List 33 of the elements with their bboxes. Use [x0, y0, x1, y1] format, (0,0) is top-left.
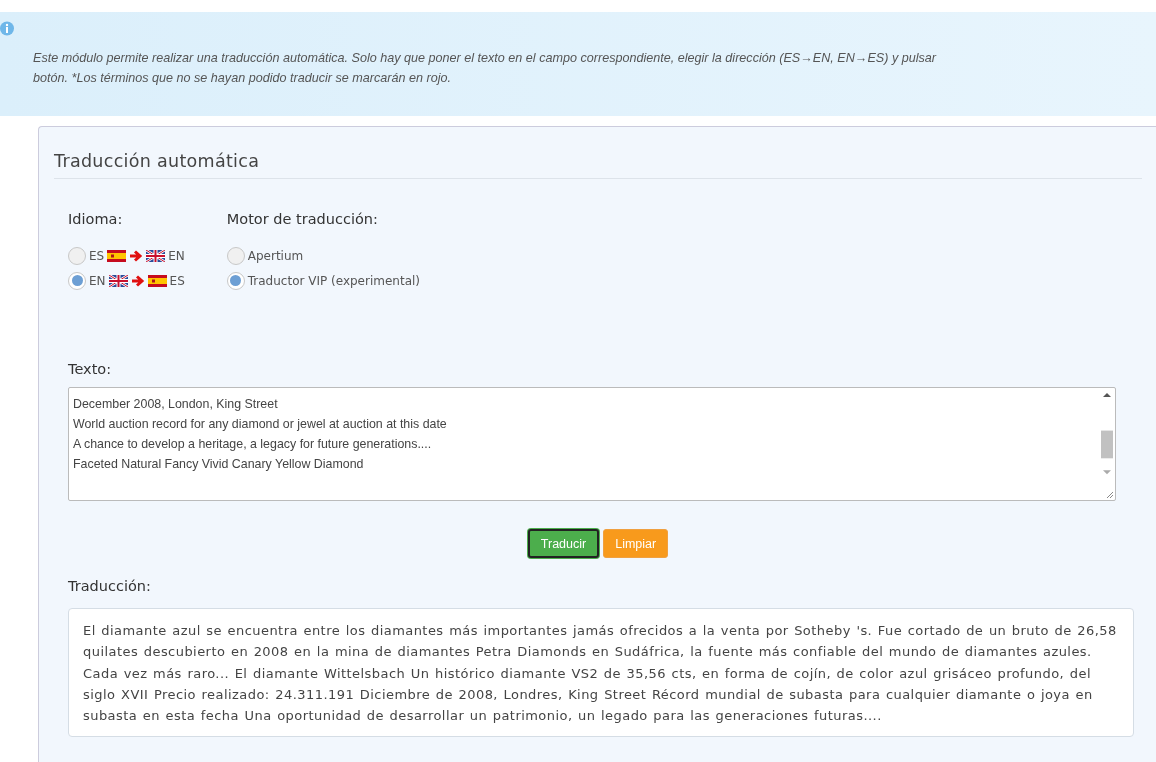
uk-flag-icon — [108, 274, 128, 287]
info-text: Este módulo permite realizar una traducción automática. Solo hay que poner el texto en el campo correspondiente, elegir la dirección (ES→EN, EN→ES) y pulsar — [33, 50, 936, 67]
option-label: ES — [169, 273, 185, 288]
spain-flag-icon — [107, 249, 127, 262]
language-label: Idioma: — [68, 211, 124, 227]
translate-button[interactable]: Traducir — [527, 529, 600, 558]
radio-button[interactable] — [226, 271, 245, 290]
text-label: Texto: — [68, 361, 113, 377]
clear-button[interactable]: Limpiar — [603, 529, 669, 558]
arrow-icon — [130, 274, 145, 287]
resize-handle-icon[interactable] — [1105, 490, 1114, 499]
radio-button[interactable] — [68, 246, 86, 265]
translation-label: Traducción: — [68, 578, 152, 594]
text-line: Faceted Natural Fancy Vivid Canary Yellow Diamond — [73, 456, 364, 473]
option-label: ES — [89, 248, 105, 263]
arrow-icon — [129, 249, 144, 262]
info-icon — [0, 21, 14, 36]
text-line: A chance to develop a heritage, a legacy for future generations.... — [73, 436, 432, 453]
text-line: World auction record for any diamond or jewel at auction at this date — [73, 416, 447, 433]
option-label: EN — [168, 248, 185, 263]
translation-output: El diamante azul se encuentra entre los diamantes más importantes jamás ofrecidos a la venta por Sotheby 's. Fue cortado de un bruto de 26,58 quilates descubierto en 2008 en la mina de diamantes Petra Diamonds en Sudáfrica, la fuente más confiable del mundo de diamantes azules. Cada vez más raro... El diamante Wittelsbach Un histórico diamante VS2 de 35,56 cts, en forma de cojín, de color azul grisáceo profundo, del siglo XVII Precio realizado: 24.311.191 Diciembre de 2008, Londres, King Street Récord mundial de subasta para cualquier diamante o joya en subasta en esta fecha Una oportunidad de desarrollar un patrimonio, un legado para las generaciones futuras.... — [68, 608, 1134, 738]
radio-button[interactable] — [226, 246, 245, 265]
uk-flag-icon — [146, 249, 166, 262]
radio-button[interactable] — [68, 271, 86, 290]
option-label: Traductor VIP (experimental) — [247, 273, 420, 288]
spain-flag-icon — [147, 274, 167, 287]
option-label: EN — [89, 273, 106, 288]
engine-label: Motor de traducción: — [226, 211, 379, 227]
card-title: Traducción automática — [54, 151, 1142, 179]
text-input-field[interactable] — [68, 387, 1116, 501]
info-text: botón. *Los términos que no se hayan podido traducir se marcarán en rojo. — [33, 70, 451, 87]
text-line: December 2008, London, King Street — [73, 396, 278, 413]
option-label: Apertium — [247, 248, 304, 263]
